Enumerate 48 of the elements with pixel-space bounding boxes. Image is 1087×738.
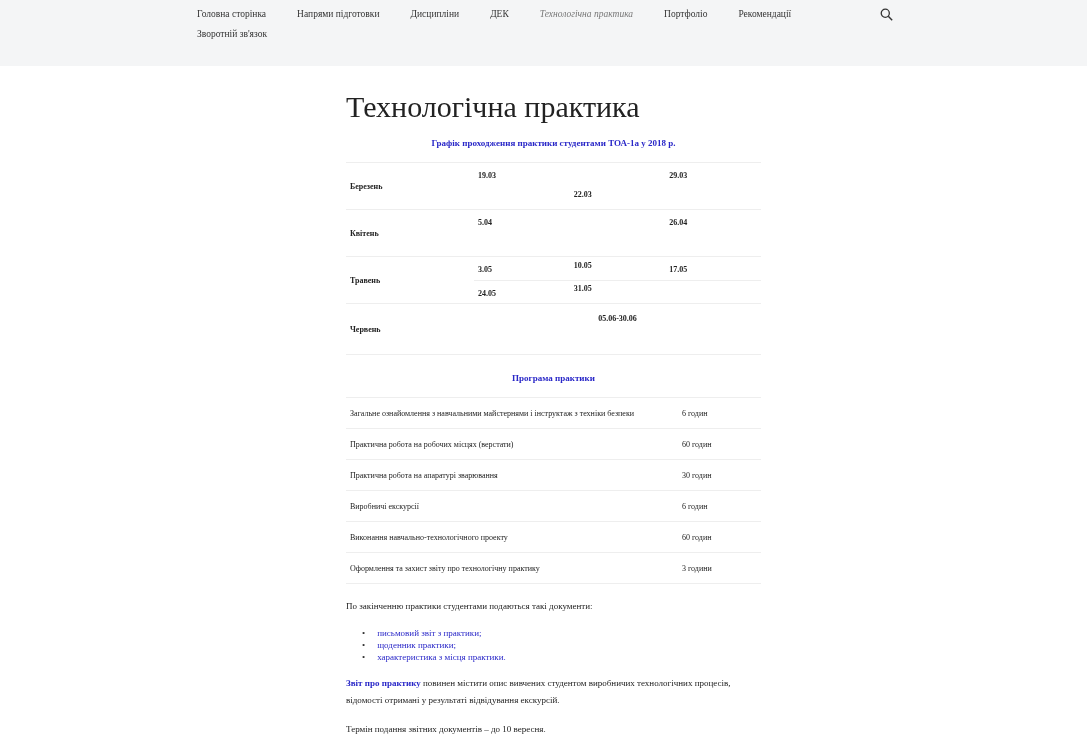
- date-cell: 19.03: [474, 162, 570, 210]
- date-cell: 5.04: [474, 209, 570, 257]
- hours-cell: 6 годин: [678, 490, 761, 522]
- date-cell: 17.05: [665, 256, 761, 280]
- date-cell: 26.04: [665, 209, 761, 257]
- document-link[interactable]: характеристика з місця практики.: [377, 651, 506, 663]
- date-cell: 22.03: [569, 162, 666, 210]
- nav-link[interactable]: ДЕК: [490, 6, 509, 22]
- hours-cell: 3 години: [678, 552, 761, 584]
- bullet: •: [362, 639, 366, 651]
- page-title: Технологічна практика: [346, 90, 641, 124]
- activity-cell: Практична робота на апаратурі зварювання: [346, 459, 678, 491]
- document-link[interactable]: щоденник практики;: [377, 639, 456, 651]
- date-cell: 05.06-30.06: [474, 303, 761, 355]
- bullet: •: [362, 627, 366, 639]
- bullet: •: [362, 651, 366, 663]
- nav-link[interactable]: Технологічна практика: [539, 6, 634, 22]
- nav-link[interactable]: Головна сторінка: [197, 6, 267, 22]
- nav-link[interactable]: Напрями підготовки: [297, 6, 380, 22]
- date-cell: 10.05: [569, 256, 666, 280]
- activity-cell: Оформлення та захист звіту про технологічну практику: [346, 552, 678, 584]
- activity-cell: Загальне ознайомлення з навчальними майстернями і інструктаж з техніки безпеки: [346, 397, 678, 429]
- nav-link[interactable]: Рекомендації: [738, 6, 792, 22]
- month-cell: Травень: [346, 256, 474, 304]
- date-cell: 3.05: [474, 256, 570, 280]
- deadline-text: Термін подання звітних документів – до 10 вересня.: [346, 723, 547, 736]
- documents-intro: По закінченню практики студентами подаються такі документи:: [346, 600, 594, 613]
- hours-cell: 30 годин: [678, 459, 761, 491]
- activity-cell: Виробничі екскурсії: [346, 490, 678, 522]
- date-cell: 29.03: [665, 162, 761, 210]
- hours-cell: 60 годин: [678, 521, 761, 553]
- nav-link[interactable]: Портфоліо: [664, 6, 708, 22]
- month-cell: Червень: [346, 303, 474, 355]
- date-cell: 24.05: [474, 280, 570, 304]
- activity-cell: Практична робота на робочих місцях (верстати): [346, 428, 678, 460]
- program-caption: Програма практики: [511, 373, 596, 383]
- month-cell: Березень: [346, 162, 474, 210]
- document-link[interactable]: письмовий звіт з практики;: [377, 627, 482, 639]
- hours-cell: 60 годин: [678, 428, 761, 460]
- nav-link[interactable]: Дисципліни: [410, 6, 460, 22]
- activity-cell: Виконання навчально-технологічного проекту: [346, 521, 678, 553]
- hours-cell: 6 годин: [678, 397, 761, 429]
- report-link[interactable]: Звіт про практику: [346, 678, 421, 688]
- report-paragraph: Звіт про практику повинен містити опис вивчених студентом виробничих технологічних процесів, відомості отримані у результаті відвідування екскурсій.: [346, 677, 732, 707]
- nav-link[interactable]: Зворотній зв'язок: [197, 26, 268, 42]
- date-cell: 31.05: [569, 280, 666, 304]
- schedule-caption: Графік проходження практики студентами ТОА-1а у 2018 р.: [430, 138, 677, 148]
- month-cell: Квітень: [346, 209, 474, 257]
